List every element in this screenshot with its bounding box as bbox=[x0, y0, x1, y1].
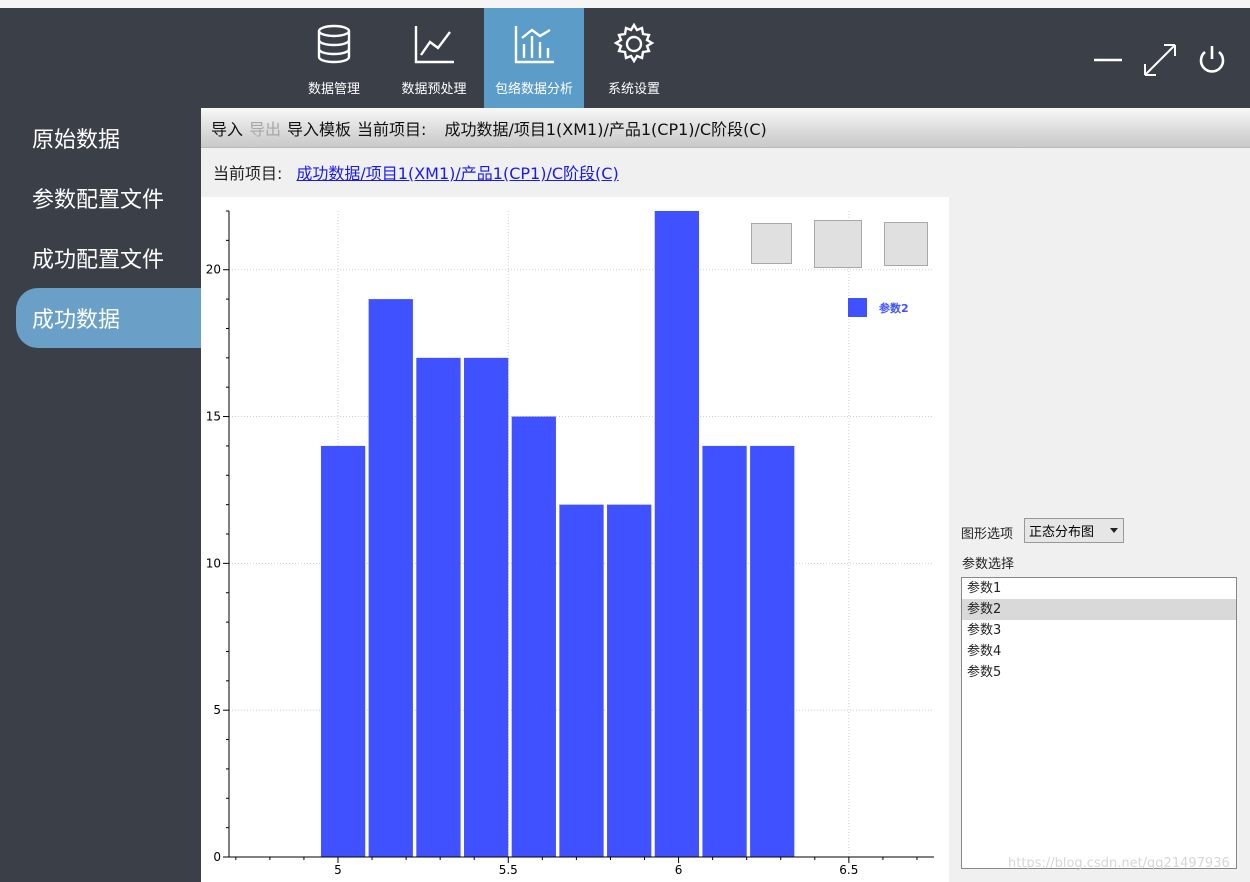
line-chart-icon bbox=[414, 26, 454, 64]
toolbar: 导入 导出 导入模板 当前项目: 成功数据/项目1(XM1)/产品1(CP1)/… bbox=[201, 108, 1250, 148]
list-item[interactable]: 参数3 bbox=[962, 620, 1236, 641]
chart-tool-button-3[interactable] bbox=[884, 222, 928, 266]
maximize-button[interactable] bbox=[1142, 42, 1178, 78]
expand-icon bbox=[1144, 44, 1176, 76]
nav-label: 包络数据分析 bbox=[494, 82, 573, 97]
nav-label: 数据预处理 bbox=[401, 82, 467, 97]
power-icon bbox=[1199, 46, 1225, 73]
y-tick-label: 5 bbox=[213, 703, 221, 717]
nav-data-management[interactable]: 数据管理 bbox=[284, 8, 384, 108]
chart-option-value: 正态分布图 bbox=[1029, 525, 1095, 540]
database-icon bbox=[317, 24, 351, 64]
bar bbox=[702, 445, 747, 857]
bar bbox=[559, 504, 604, 857]
bar bbox=[750, 445, 795, 857]
nav-label: 数据管理 bbox=[307, 82, 360, 97]
bar bbox=[320, 445, 366, 857]
chart-tool-button-1[interactable] bbox=[751, 223, 792, 264]
sidebar-item-label: 参数配置文件 bbox=[32, 188, 165, 213]
nav-data-preprocessing[interactable]: 数据预处理 bbox=[384, 8, 484, 108]
project-line: 当前项目: 成功数据/项目1(XM1)/产品1(CP1)/C阶段(C) bbox=[213, 160, 619, 184]
sidebar-item-label: 成功数据 bbox=[32, 308, 121, 333]
x-tick-label: 6.5 bbox=[839, 863, 858, 877]
current-project-value: 成功数据/项目1(XM1)/产品1(CP1)/C阶段(C) bbox=[444, 119, 767, 139]
sidebar-item-success-data[interactable]: 成功数据 bbox=[16, 288, 201, 348]
export-button[interactable]: 导出 bbox=[249, 116, 281, 140]
project-link[interactable]: 成功数据/项目1(XM1)/产品1(CP1)/C阶段(C) bbox=[296, 160, 618, 184]
import-template-button[interactable]: 导入模板 bbox=[287, 116, 351, 140]
minimize-icon bbox=[1094, 58, 1122, 62]
top-nav-bar: 数据管理 数据预处理 包络数据分析 系统设置 bbox=[0, 0, 1250, 108]
chart-option-label: 图形选项 bbox=[961, 527, 1014, 542]
nav-envelope-analysis[interactable]: 包络数据分析 bbox=[484, 8, 584, 108]
watermark: https://blog.csdn.net/qq21497936 bbox=[1008, 856, 1230, 871]
bar bbox=[464, 357, 509, 857]
chart-svg: 0 5 10 15 20 5 5.5 6 6.5 参数2 bbox=[206, 210, 934, 877]
list-item[interactable]: 参数5 bbox=[962, 662, 1236, 683]
x-tick-label: 5 bbox=[334, 863, 342, 877]
power-button[interactable] bbox=[1194, 42, 1230, 78]
sidebar-item-success-config[interactable]: 成功配置文件 bbox=[16, 228, 201, 288]
x-tick-label: 6 bbox=[675, 863, 683, 877]
bar bbox=[368, 299, 413, 857]
param-select-label: 参数选择 bbox=[962, 557, 1015, 572]
legend-label: 参数2 bbox=[879, 301, 909, 315]
list-item[interactable]: 参数2 bbox=[962, 599, 1236, 620]
import-button[interactable]: 导入 bbox=[211, 116, 243, 140]
histogram-chart: 0 5 10 15 20 5 5.5 6 6.5 参数2 bbox=[201, 197, 949, 882]
x-tick-label: 5.5 bbox=[499, 863, 518, 877]
bar bbox=[654, 211, 699, 857]
nav-system-settings[interactable]: 系统设置 bbox=[584, 8, 684, 108]
sidebar-item-label: 原始数据 bbox=[32, 128, 121, 153]
y-tick-label: 20 bbox=[206, 263, 221, 277]
legend-swatch bbox=[848, 298, 867, 317]
chart-option-select[interactable]: 正态分布图 bbox=[1024, 518, 1124, 543]
project-label: 当前项目: bbox=[213, 164, 283, 183]
list-item[interactable]: 参数1 bbox=[962, 578, 1236, 599]
y-tick-label: 15 bbox=[206, 410, 221, 424]
sidebar: 原始数据 参数配置文件 成功配置文件 成功数据 bbox=[0, 108, 201, 882]
y-tick-label: 10 bbox=[206, 556, 221, 570]
y-tick-label: 0 bbox=[213, 850, 221, 864]
sidebar-item-raw-data[interactable]: 原始数据 bbox=[16, 108, 201, 168]
bar-chart-icon bbox=[514, 26, 554, 64]
bar bbox=[416, 357, 461, 857]
param-listbox[interactable]: 参数1 参数2 参数3 参数4 参数5 bbox=[961, 577, 1237, 869]
gear-icon bbox=[613, 22, 655, 64]
bar bbox=[607, 504, 652, 857]
list-item[interactable]: 参数4 bbox=[962, 641, 1236, 662]
minimize-button[interactable] bbox=[1090, 42, 1126, 78]
bar bbox=[511, 416, 556, 857]
sidebar-item-param-config[interactable]: 参数配置文件 bbox=[16, 168, 201, 228]
sidebar-item-label: 成功配置文件 bbox=[32, 248, 165, 273]
chevron-down-icon bbox=[1110, 528, 1118, 533]
current-project-label: 当前项目: bbox=[357, 119, 427, 139]
chart-tool-button-2[interactable] bbox=[814, 220, 862, 268]
nav-label: 系统设置 bbox=[607, 82, 660, 97]
